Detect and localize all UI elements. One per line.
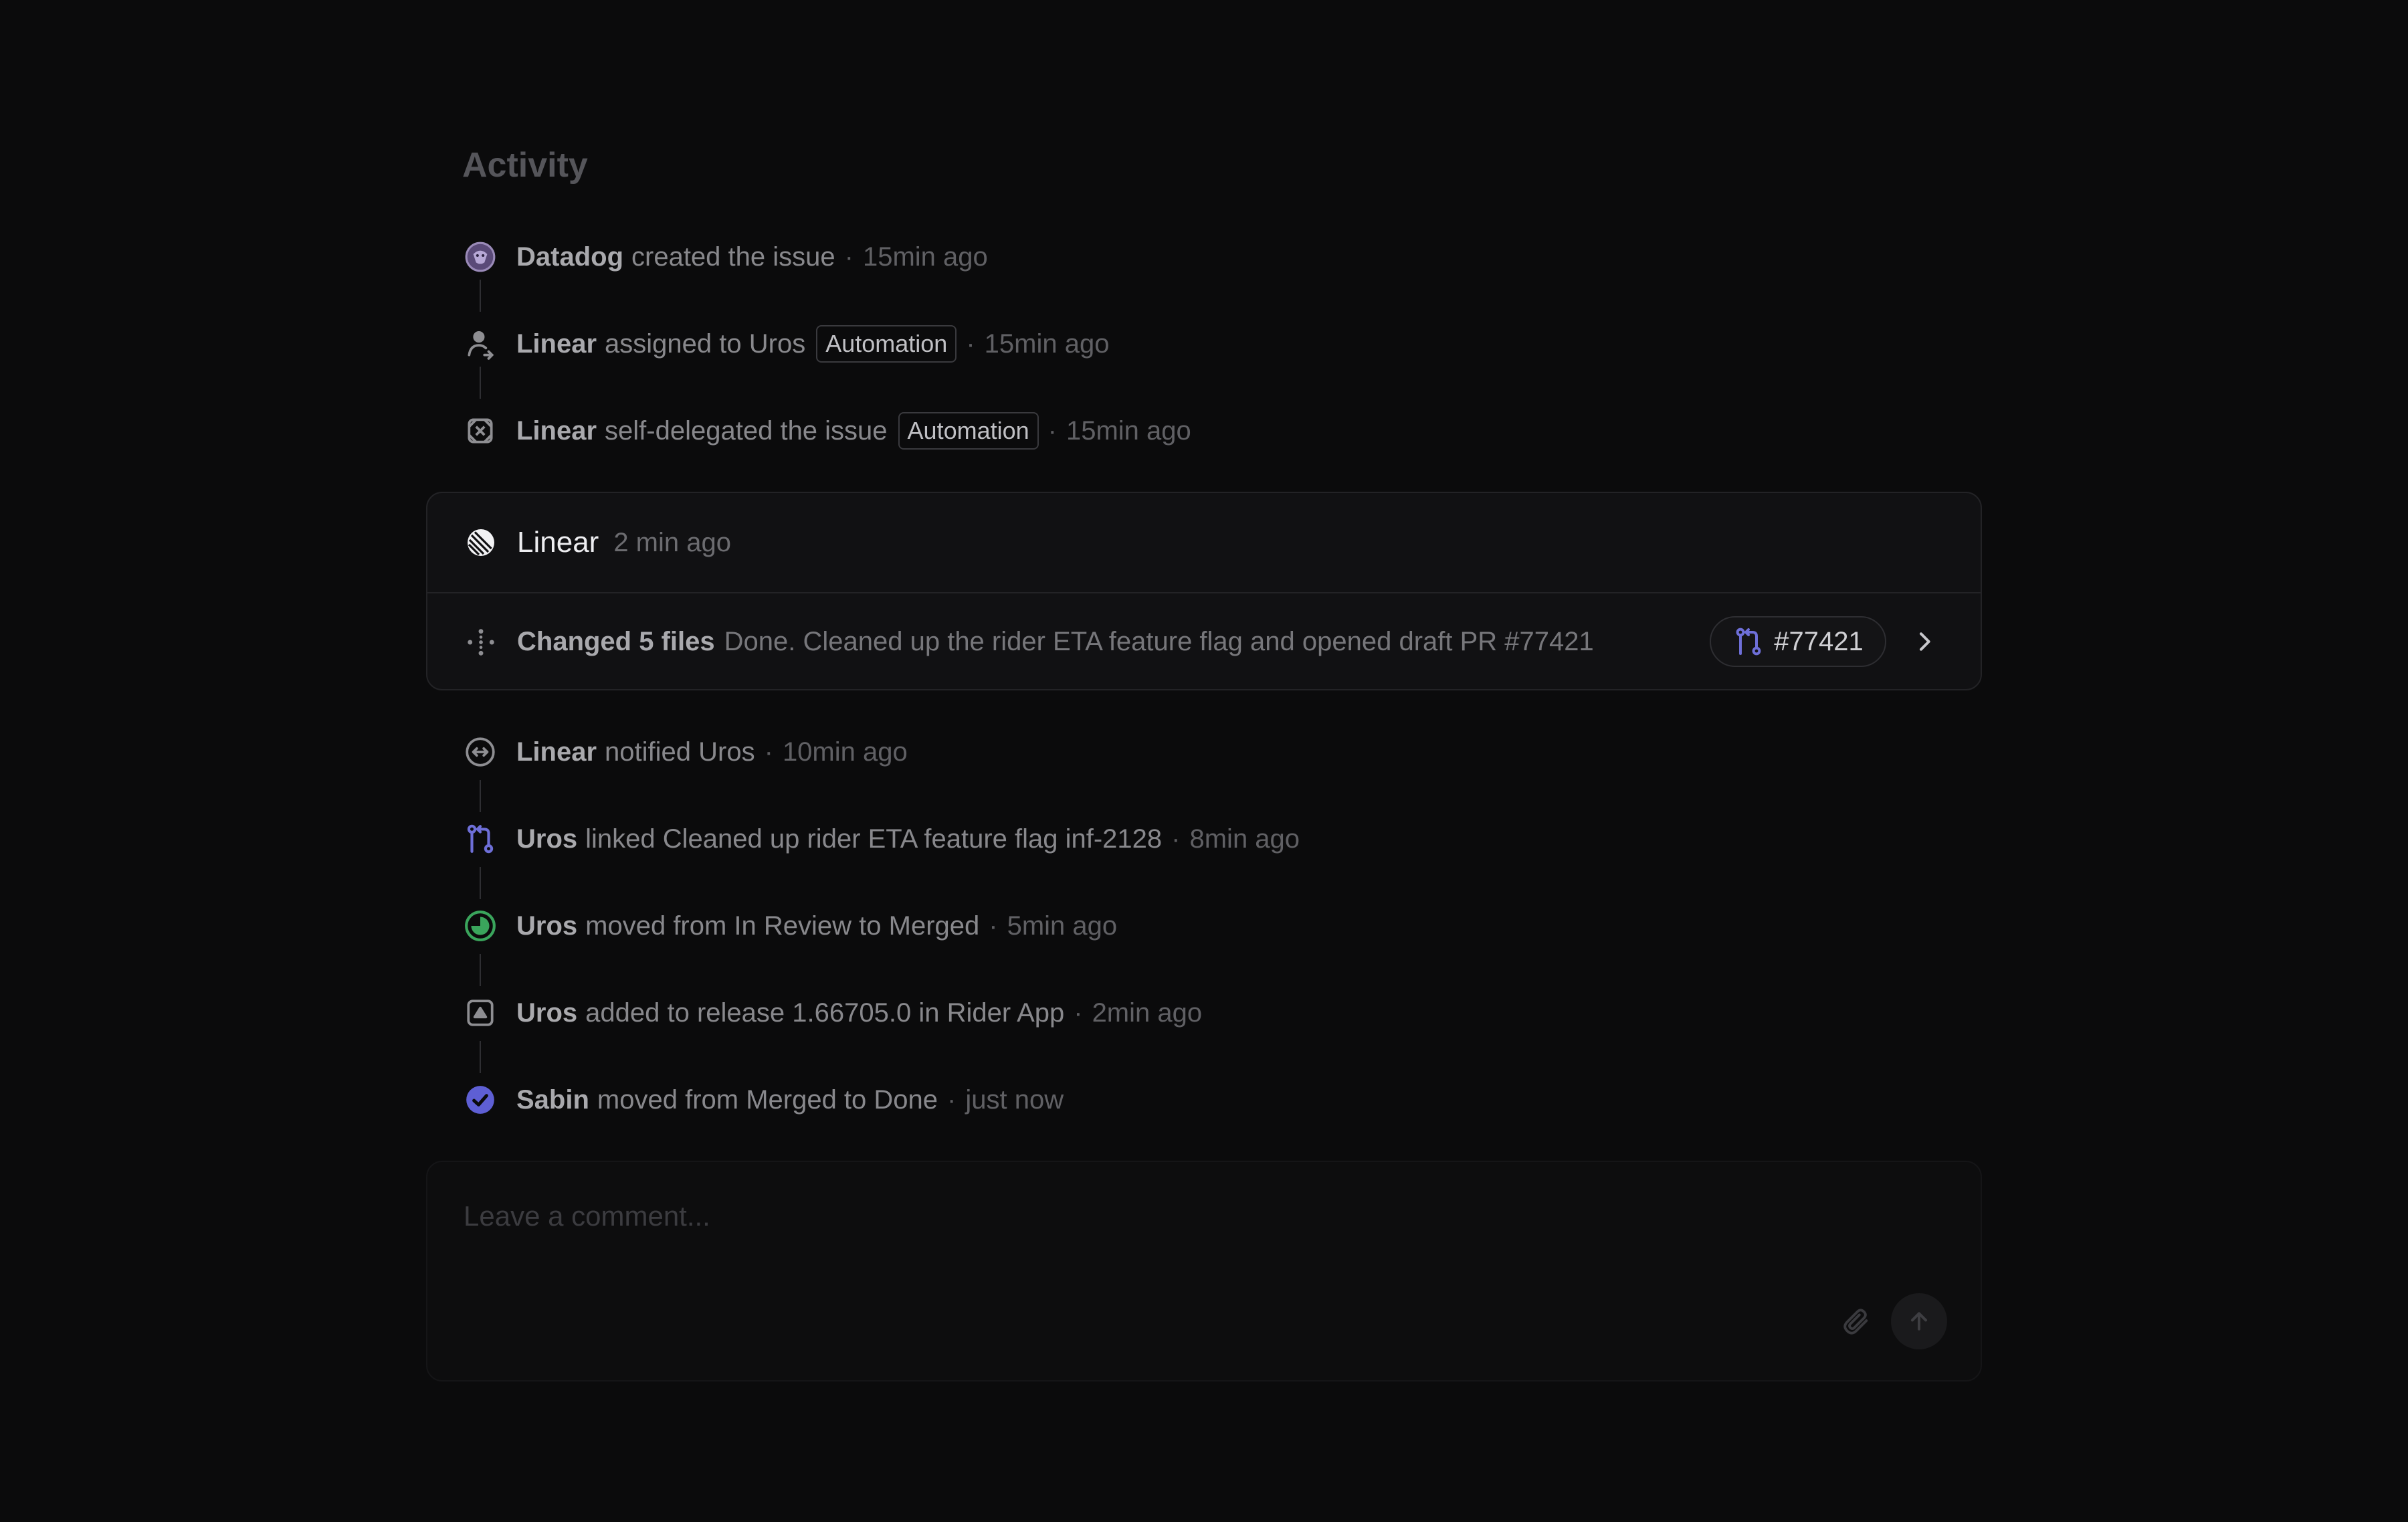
pull-request-icon xyxy=(1732,626,1765,658)
activity-time[interactable]: 10min ago xyxy=(783,737,908,767)
changes-icon xyxy=(462,624,500,661)
activity-text: assigned to Uros xyxy=(605,328,806,359)
separator-dot: · xyxy=(966,328,975,359)
delegate-icon xyxy=(462,412,499,450)
activity-row: Linear self-delegated the issue Automati… xyxy=(462,409,1191,452)
separator-dot: · xyxy=(1171,824,1181,854)
separator-dot: · xyxy=(1047,415,1057,446)
activity-text: self-delegated the issue xyxy=(605,415,888,446)
activity-text: moved from In Review to Merged xyxy=(585,911,980,941)
comment-composer xyxy=(426,1161,1982,1382)
separator-dot: · xyxy=(764,737,773,767)
send-button[interactable] xyxy=(1891,1293,1947,1349)
activity-actor[interactable]: Uros xyxy=(516,911,577,941)
agent-card-body[interactable]: Changed 5 files Done. Cleaned up the rid… xyxy=(427,593,1981,690)
activity-row: Uros moved from In Review to Merged · 5m… xyxy=(462,905,1117,947)
arrow-up-icon xyxy=(1906,1308,1932,1335)
notify-icon xyxy=(462,733,499,771)
activity-row: Linear assigned to Uros Automation · 15m… xyxy=(462,322,1109,365)
activity-time[interactable]: 2min ago xyxy=(1092,998,1203,1028)
timeline-connector xyxy=(480,780,481,812)
activity-time[interactable]: 15min ago xyxy=(1066,416,1191,446)
timeline-connector xyxy=(480,954,481,986)
activity-actor[interactable]: Sabin xyxy=(516,1085,589,1115)
activity-time[interactable]: 15min ago xyxy=(985,329,1110,359)
activity-actor[interactable]: Linear xyxy=(516,416,597,446)
linear-logo-icon xyxy=(462,524,500,561)
merged-status-icon xyxy=(462,907,499,945)
activity-row: Uros linked Cleaned up rider ETA feature… xyxy=(462,818,1300,860)
activity-heading: Activity xyxy=(462,146,588,185)
user-assign-icon xyxy=(462,325,499,363)
activity-actor[interactable]: Datadog xyxy=(516,242,623,272)
timeline-connector xyxy=(480,1041,481,1073)
done-status-icon xyxy=(462,1081,499,1119)
activity-row: Datadog created the issue · 15min ago xyxy=(462,235,988,278)
agent-session-card[interactable]: Linear 2 min ago Changed 5 files Done. C… xyxy=(426,492,1982,690)
activity-actor[interactable]: Uros xyxy=(516,998,577,1028)
pull-request-icon xyxy=(462,820,499,858)
activity-actor[interactable]: Uros xyxy=(516,824,577,854)
agent-time: 2 min ago xyxy=(613,527,731,557)
separator-dot: · xyxy=(1074,997,1083,1028)
chevron-right-icon[interactable] xyxy=(1906,623,1943,660)
activity-text[interactable]: added to release 1.66705.0 in Rider App xyxy=(585,998,1064,1028)
activity-time[interactable]: 5min ago xyxy=(1007,911,1118,941)
separator-dot: · xyxy=(844,242,854,272)
activity-time[interactable]: 8min ago xyxy=(1189,824,1300,854)
agent-summary: Done. Cleaned up the rider ETA feature f… xyxy=(724,627,1594,656)
activity-time[interactable]: just now xyxy=(965,1085,1064,1115)
activity-actor[interactable]: Linear xyxy=(516,737,597,767)
automation-chip[interactable]: Automation xyxy=(898,412,1039,450)
comment-input[interactable] xyxy=(462,1196,1803,1237)
activity-row: Sabin moved from Merged to Done · just n… xyxy=(462,1078,1064,1121)
timeline-connector xyxy=(480,280,481,312)
activity-row: Uros added to release 1.66705.0 in Rider… xyxy=(462,991,1202,1034)
changed-files-label[interactable]: Changed 5 files xyxy=(517,627,715,657)
activity-time[interactable]: 15min ago xyxy=(863,242,988,272)
activity-text: notified Uros xyxy=(605,737,755,767)
activity-text: created the issue xyxy=(631,242,835,272)
paperclip-icon[interactable] xyxy=(1837,1303,1875,1340)
activity-text: moved from Merged to Done xyxy=(597,1084,938,1115)
activity-text[interactable]: linked Cleaned up rider ETA feature flag… xyxy=(585,824,1162,854)
agent-name[interactable]: Linear xyxy=(517,526,599,559)
separator-dot: · xyxy=(989,911,998,941)
pull-request-pill[interactable]: #77421 xyxy=(1710,616,1886,667)
activity-actor[interactable]: Linear xyxy=(516,329,597,359)
pull-request-number: #77421 xyxy=(1774,626,1864,656)
separator-dot: · xyxy=(947,1084,957,1115)
activity-row: Linear notified Uros · 10min ago xyxy=(462,731,908,773)
timeline-connector xyxy=(480,367,481,399)
agent-card-header: Linear 2 min ago xyxy=(427,493,1981,593)
release-icon xyxy=(462,994,499,1032)
timeline-connector xyxy=(480,867,481,899)
automation-chip[interactable]: Automation xyxy=(816,325,957,363)
datadog-icon xyxy=(462,238,499,276)
